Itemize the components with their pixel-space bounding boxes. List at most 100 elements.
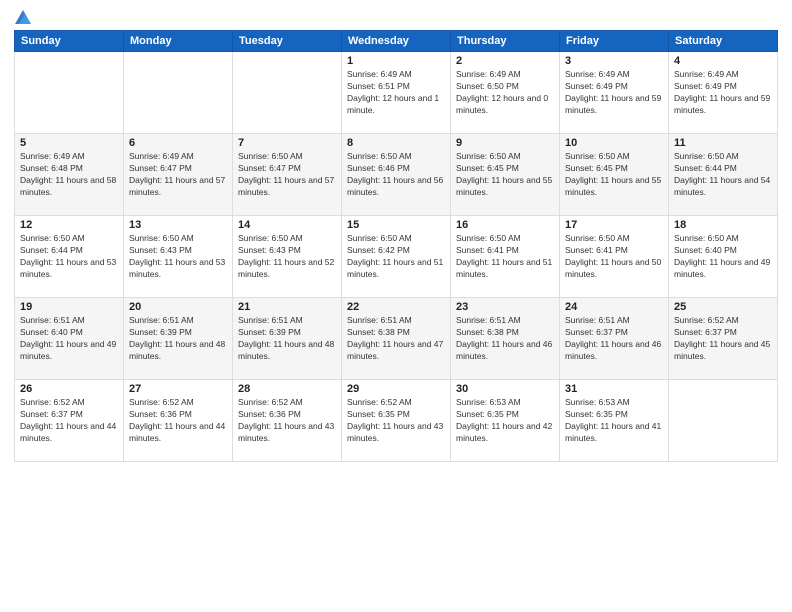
day-detail: Sunrise: 6:51 AM Sunset: 6:40 PM Dayligh… — [20, 315, 118, 363]
day-detail: Sunrise: 6:52 AM Sunset: 6:36 PM Dayligh… — [238, 397, 336, 445]
day-number: 31 — [565, 383, 663, 395]
day-detail: Sunrise: 6:51 AM Sunset: 6:39 PM Dayligh… — [238, 315, 336, 363]
calendar-week-row: 12 Sunrise: 6:50 AM Sunset: 6:44 PM Dayli… — [15, 216, 778, 298]
day-detail: Sunrise: 6:50 AM Sunset: 6:43 PM Dayligh… — [129, 233, 227, 281]
day-detail: Sunrise: 6:50 AM Sunset: 6:41 PM Dayligh… — [565, 233, 663, 281]
day-detail: Sunrise: 6:50 AM Sunset: 6:47 PM Dayligh… — [238, 151, 336, 199]
day-number: 13 — [129, 219, 227, 231]
day-number: 10 — [565, 137, 663, 149]
day-number: 5 — [20, 137, 118, 149]
day-number: 25 — [674, 301, 772, 313]
day-number: 9 — [456, 137, 554, 149]
calendar-cell: 30 Sunrise: 6:53 AM Sunset: 6:35 PM Dayli… — [451, 380, 560, 462]
day-detail: Sunrise: 6:50 AM Sunset: 6:40 PM Dayligh… — [674, 233, 772, 281]
day-number: 3 — [565, 55, 663, 67]
calendar-cell: 9 Sunrise: 6:50 AM Sunset: 6:45 PM Daylig… — [451, 134, 560, 216]
calendar-cell: 13 Sunrise: 6:50 AM Sunset: 6:43 PM Dayli… — [124, 216, 233, 298]
page: SundayMondayTuesdayWednesdayThursdayFrid… — [0, 0, 792, 612]
calendar-cell — [669, 380, 778, 462]
calendar-cell: 29 Sunrise: 6:52 AM Sunset: 6:35 PM Dayli… — [342, 380, 451, 462]
day-detail: Sunrise: 6:50 AM Sunset: 6:45 PM Dayligh… — [456, 151, 554, 199]
calendar-cell: 25 Sunrise: 6:52 AM Sunset: 6:37 PM Dayli… — [669, 298, 778, 380]
calendar-cell: 11 Sunrise: 6:50 AM Sunset: 6:44 PM Dayli… — [669, 134, 778, 216]
calendar-cell: 14 Sunrise: 6:50 AM Sunset: 6:43 PM Dayli… — [233, 216, 342, 298]
calendar-week-row: 26 Sunrise: 6:52 AM Sunset: 6:37 PM Dayli… — [15, 380, 778, 462]
day-detail: Sunrise: 6:49 AM Sunset: 6:50 PM Dayligh… — [456, 69, 554, 117]
day-number: 7 — [238, 137, 336, 149]
day-detail: Sunrise: 6:50 AM Sunset: 6:43 PM Dayligh… — [238, 233, 336, 281]
calendar-cell: 3 Sunrise: 6:49 AM Sunset: 6:49 PM Daylig… — [560, 52, 669, 134]
day-detail: Sunrise: 6:49 AM Sunset: 6:51 PM Dayligh… — [347, 69, 445, 117]
calendar-cell: 1 Sunrise: 6:49 AM Sunset: 6:51 PM Daylig… — [342, 52, 451, 134]
day-detail: Sunrise: 6:50 AM Sunset: 6:44 PM Dayligh… — [20, 233, 118, 281]
day-number: 2 — [456, 55, 554, 67]
day-number: 18 — [674, 219, 772, 231]
day-number: 12 — [20, 219, 118, 231]
calendar-cell: 28 Sunrise: 6:52 AM Sunset: 6:36 PM Dayli… — [233, 380, 342, 462]
calendar-cell — [124, 52, 233, 134]
day-number: 22 — [347, 301, 445, 313]
calendar-cell: 21 Sunrise: 6:51 AM Sunset: 6:39 PM Dayli… — [233, 298, 342, 380]
weekday-header: Saturday — [669, 31, 778, 52]
day-detail: Sunrise: 6:49 AM Sunset: 6:49 PM Dayligh… — [565, 69, 663, 117]
calendar-cell: 20 Sunrise: 6:51 AM Sunset: 6:39 PM Dayli… — [124, 298, 233, 380]
day-number: 27 — [129, 383, 227, 395]
day-number: 20 — [129, 301, 227, 313]
weekday-header: Sunday — [15, 31, 124, 52]
calendar-cell: 17Sunrise: 6:50 AM Sunset: 6:41 PM Dayli… — [560, 216, 669, 298]
weekday-header: Friday — [560, 31, 669, 52]
day-number: 8 — [347, 137, 445, 149]
day-detail: Sunrise: 6:50 AM Sunset: 6:44 PM Dayligh… — [674, 151, 772, 199]
calendar-cell: 24Sunrise: 6:51 AM Sunset: 6:37 PM Dayli… — [560, 298, 669, 380]
day-number: 11 — [674, 137, 772, 149]
day-number: 29 — [347, 383, 445, 395]
day-detail: Sunrise: 6:52 AM Sunset: 6:37 PM Dayligh… — [674, 315, 772, 363]
day-number: 28 — [238, 383, 336, 395]
day-number: 6 — [129, 137, 227, 149]
weekday-header: Monday — [124, 31, 233, 52]
calendar-cell: 5 Sunrise: 6:49 AM Sunset: 6:48 PM Daylig… — [15, 134, 124, 216]
day-detail: Sunrise: 6:51 AM Sunset: 6:39 PM Dayligh… — [129, 315, 227, 363]
day-detail: Sunrise: 6:49 AM Sunset: 6:49 PM Dayligh… — [674, 69, 772, 117]
calendar-cell: 7 Sunrise: 6:50 AM Sunset: 6:47 PM Daylig… — [233, 134, 342, 216]
calendar-week-row: 19Sunrise: 6:51 AM Sunset: 6:40 PM Dayli… — [15, 298, 778, 380]
header — [14, 10, 778, 24]
calendar: SundayMondayTuesdayWednesdayThursdayFrid… — [14, 30, 778, 462]
calendar-cell: 31 Sunrise: 6:53 AM Sunset: 6:35 PM Dayli… — [560, 380, 669, 462]
calendar-cell: 15Sunrise: 6:50 AM Sunset: 6:42 PM Dayli… — [342, 216, 451, 298]
day-detail: Sunrise: 6:53 AM Sunset: 6:35 PM Dayligh… — [456, 397, 554, 445]
day-number: 4 — [674, 55, 772, 67]
day-detail: Sunrise: 6:52 AM Sunset: 6:37 PM Dayligh… — [20, 397, 118, 445]
day-number: 21 — [238, 301, 336, 313]
day-number: 1 — [347, 55, 445, 67]
day-detail: Sunrise: 6:53 AM Sunset: 6:35 PM Dayligh… — [565, 397, 663, 445]
day-detail: Sunrise: 6:52 AM Sunset: 6:35 PM Dayligh… — [347, 397, 445, 445]
calendar-week-row: 5 Sunrise: 6:49 AM Sunset: 6:48 PM Daylig… — [15, 134, 778, 216]
day-detail: Sunrise: 6:50 AM Sunset: 6:45 PM Dayligh… — [565, 151, 663, 199]
day-detail: Sunrise: 6:49 AM Sunset: 6:47 PM Dayligh… — [129, 151, 227, 199]
calendar-cell: 6 Sunrise: 6:49 AM Sunset: 6:47 PM Daylig… — [124, 134, 233, 216]
logo — [14, 10, 31, 24]
calendar-cell: 2 Sunrise: 6:49 AM Sunset: 6:50 PM Daylig… — [451, 52, 560, 134]
calendar-cell — [233, 52, 342, 134]
day-detail: Sunrise: 6:50 AM Sunset: 6:46 PM Dayligh… — [347, 151, 445, 199]
calendar-cell: 19Sunrise: 6:51 AM Sunset: 6:40 PM Dayli… — [15, 298, 124, 380]
day-detail: Sunrise: 6:51 AM Sunset: 6:37 PM Dayligh… — [565, 315, 663, 363]
calendar-week-row: 1 Sunrise: 6:49 AM Sunset: 6:51 PM Daylig… — [15, 52, 778, 134]
day-detail: Sunrise: 6:52 AM Sunset: 6:36 PM Dayligh… — [129, 397, 227, 445]
weekday-header-row: SundayMondayTuesdayWednesdayThursdayFrid… — [15, 31, 778, 52]
day-number: 14 — [238, 219, 336, 231]
calendar-cell: 26 Sunrise: 6:52 AM Sunset: 6:37 PM Dayli… — [15, 380, 124, 462]
day-number: 26 — [20, 383, 118, 395]
day-detail: Sunrise: 6:50 AM Sunset: 6:42 PM Dayligh… — [347, 233, 445, 281]
calendar-cell: 16Sunrise: 6:50 AM Sunset: 6:41 PM Dayli… — [451, 216, 560, 298]
calendar-cell: 23Sunrise: 6:51 AM Sunset: 6:38 PM Dayli… — [451, 298, 560, 380]
calendar-cell: 8 Sunrise: 6:50 AM Sunset: 6:46 PM Daylig… — [342, 134, 451, 216]
calendar-cell — [15, 52, 124, 134]
day-number: 30 — [456, 383, 554, 395]
day-detail: Sunrise: 6:50 AM Sunset: 6:41 PM Dayligh… — [456, 233, 554, 281]
calendar-cell: 12 Sunrise: 6:50 AM Sunset: 6:44 PM Dayli… — [15, 216, 124, 298]
weekday-header: Thursday — [451, 31, 560, 52]
calendar-cell: 10 Sunrise: 6:50 AM Sunset: 6:45 PM Dayli… — [560, 134, 669, 216]
day-detail: Sunrise: 6:49 AM Sunset: 6:48 PM Dayligh… — [20, 151, 118, 199]
